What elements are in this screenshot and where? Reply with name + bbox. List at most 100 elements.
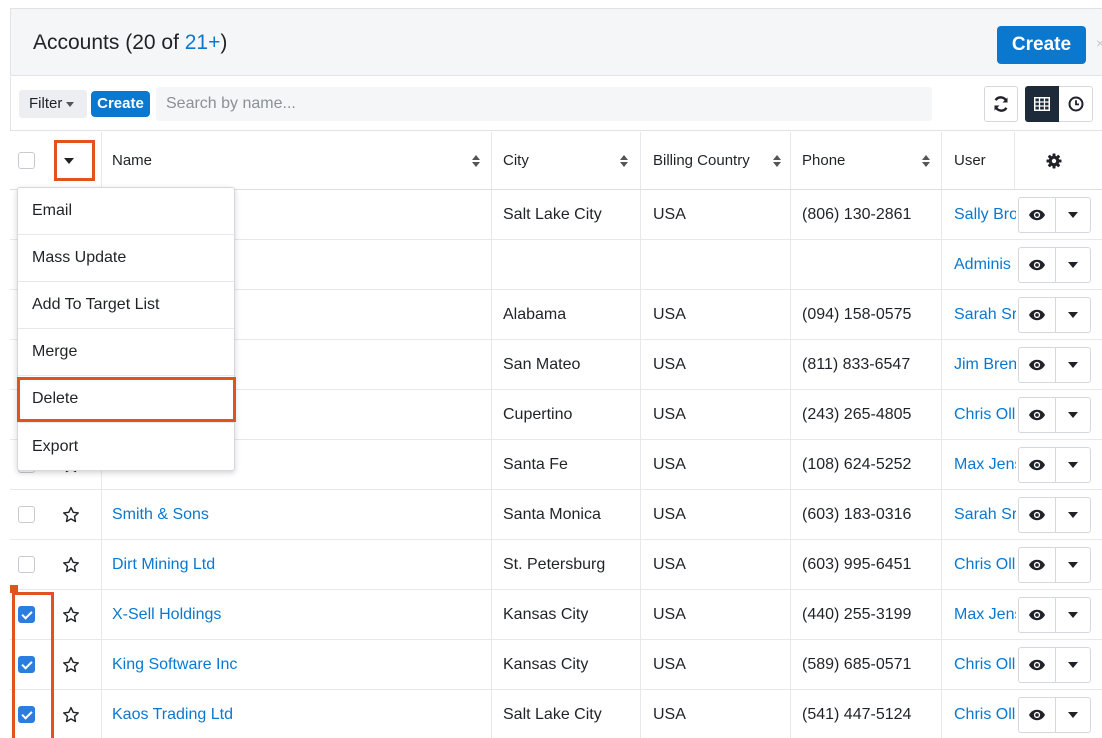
user-link[interactable]: Chris Oll — [954, 390, 1016, 439]
account-name-link[interactable]: X-Sell Holdings — [112, 590, 482, 639]
activity-stream-button[interactable] — [1059, 86, 1093, 122]
eye-icon — [1028, 459, 1045, 471]
filter-dropdown[interactable]: Filter — [19, 90, 87, 118]
row-actions — [1018, 647, 1091, 683]
column-settings-button[interactable] — [1046, 132, 1062, 189]
user-link[interactable]: Adminis — [954, 240, 1016, 289]
menu-item-delete[interactable]: Delete — [18, 376, 234, 423]
list-view-button[interactable] — [1025, 86, 1059, 122]
search-input[interactable] — [156, 87, 932, 121]
column-header-city[interactable]: City — [503, 132, 529, 189]
preview-button[interactable] — [1019, 298, 1055, 332]
mass-actions-menu: Email Mass Update Add To Target List Merge D… — [17, 187, 235, 471]
city-cell: Alabama — [503, 305, 567, 323]
row-checkbox[interactable] — [18, 490, 35, 539]
row-actions-dropdown[interactable] — [1054, 248, 1091, 282]
row-actions-dropdown[interactable] — [1054, 398, 1091, 432]
account-name-link[interactable]: Dirt Mining Ltd — [112, 540, 482, 589]
user-link[interactable]: Max Jens — [954, 590, 1016, 639]
column-header-user[interactable]: User — [954, 132, 986, 189]
filter-toolbar: Filter Create — [10, 77, 1102, 131]
chevron-down-icon — [1067, 612, 1078, 618]
total-count-link[interactable]: 21+ — [185, 31, 221, 54]
preview-button[interactable] — [1019, 248, 1055, 282]
user-link[interactable]: Sarah Sr — [954, 290, 1016, 339]
column-header-phone[interactable]: Phone — [802, 132, 845, 189]
refresh-button[interactable] — [984, 86, 1018, 122]
user-link[interactable]: Jim Bren — [954, 340, 1016, 389]
eye-icon — [1028, 559, 1045, 571]
billing-country-cell: USA — [653, 405, 686, 423]
row-checkbox[interactable] — [18, 540, 35, 589]
eye-icon — [1028, 309, 1045, 321]
sort-icon[interactable] — [620, 155, 628, 167]
account-name-link[interactable]: Kaos Trading Ltd — [112, 690, 482, 738]
table-row: Smith & Sons Santa Monica USA (603) 183-031… — [10, 490, 1102, 540]
menu-item-merge[interactable]: Merge — [18, 329, 234, 376]
favorite-star-icon[interactable] — [62, 640, 80, 689]
favorite-star-icon[interactable] — [62, 590, 80, 639]
sort-icon[interactable] — [922, 155, 930, 167]
menu-item-mass-update[interactable]: Mass Update — [18, 235, 234, 282]
preview-button[interactable] — [1019, 348, 1055, 382]
row-actions — [1018, 397, 1091, 433]
phone-cell: (440) 255-3199 — [802, 605, 912, 623]
preview-button[interactable] — [1019, 698, 1055, 732]
user-link[interactable]: Max Jens — [954, 440, 1016, 489]
row-actions-dropdown[interactable] — [1054, 698, 1091, 732]
user-link[interactable]: Chris Oll — [954, 690, 1016, 738]
row-actions-dropdown[interactable] — [1054, 648, 1091, 682]
row-actions — [1018, 697, 1091, 733]
row-checkbox[interactable] — [18, 640, 35, 689]
row-actions-dropdown[interactable] — [1054, 498, 1091, 532]
row-actions-dropdown[interactable] — [1054, 548, 1091, 582]
user-link[interactable]: Chris Oll — [954, 540, 1016, 589]
column-header-billing-country[interactable]: Billing Country — [653, 132, 750, 189]
favorite-star-icon[interactable] — [62, 540, 80, 589]
row-actions-dropdown[interactable] — [1054, 348, 1091, 382]
user-link[interactable]: Sally Bro — [954, 190, 1016, 239]
row-actions-dropdown[interactable] — [1054, 598, 1091, 632]
city-cell: Cupertino — [503, 405, 573, 423]
billing-country-cell: USA — [653, 705, 686, 723]
preview-button[interactable] — [1019, 448, 1055, 482]
menu-item-add-to-target-list[interactable]: Add To Target List — [18, 282, 234, 329]
account-name-link[interactable]: King Software Inc — [112, 640, 482, 689]
billing-country-cell: USA — [653, 505, 686, 523]
phone-cell: (541) 447-5124 — [802, 705, 912, 723]
favorite-star-icon[interactable] — [62, 690, 80, 738]
row-actions — [1018, 247, 1091, 283]
select-all-checkbox[interactable] — [18, 132, 35, 189]
row-checkbox[interactable] — [18, 690, 35, 738]
preview-button[interactable] — [1019, 198, 1055, 232]
user-link[interactable]: Chris Oll — [954, 640, 1016, 689]
column-header-name[interactable]: Name — [112, 132, 152, 189]
close-icon[interactable]: × — [1096, 35, 1102, 51]
user-link[interactable]: Sarah Sr — [954, 490, 1016, 539]
row-actions-dropdown[interactable] — [1054, 298, 1091, 332]
chevron-down-icon — [1067, 462, 1078, 468]
row-actions — [1018, 347, 1091, 383]
preview-button[interactable] — [1019, 498, 1055, 532]
mass-actions-toggle[interactable] — [64, 132, 74, 189]
favorite-star-icon[interactable] — [62, 490, 80, 539]
menu-item-email[interactable]: Email — [18, 188, 234, 235]
sort-icon[interactable] — [773, 155, 781, 167]
sort-icon[interactable] — [472, 155, 480, 167]
row-actions-dropdown[interactable] — [1054, 198, 1091, 232]
row-checkbox[interactable] — [18, 590, 35, 639]
row-actions-dropdown[interactable] — [1054, 448, 1091, 482]
chevron-down-icon — [1067, 362, 1078, 368]
city-cell: Kansas City — [503, 655, 589, 673]
menu-item-export[interactable]: Export — [18, 423, 234, 470]
row-actions — [1018, 597, 1091, 633]
account-name-link[interactable]: Smith & Sons — [112, 490, 482, 539]
preview-button[interactable] — [1019, 648, 1055, 682]
preview-button[interactable] — [1019, 598, 1055, 632]
create-filter-button[interactable]: Create — [91, 91, 150, 117]
preview-button[interactable] — [1019, 398, 1055, 432]
eye-icon — [1028, 609, 1045, 621]
create-button[interactable]: Create — [997, 26, 1086, 64]
preview-button[interactable] — [1019, 548, 1055, 582]
phone-cell: (811) 833-6547 — [802, 355, 911, 373]
